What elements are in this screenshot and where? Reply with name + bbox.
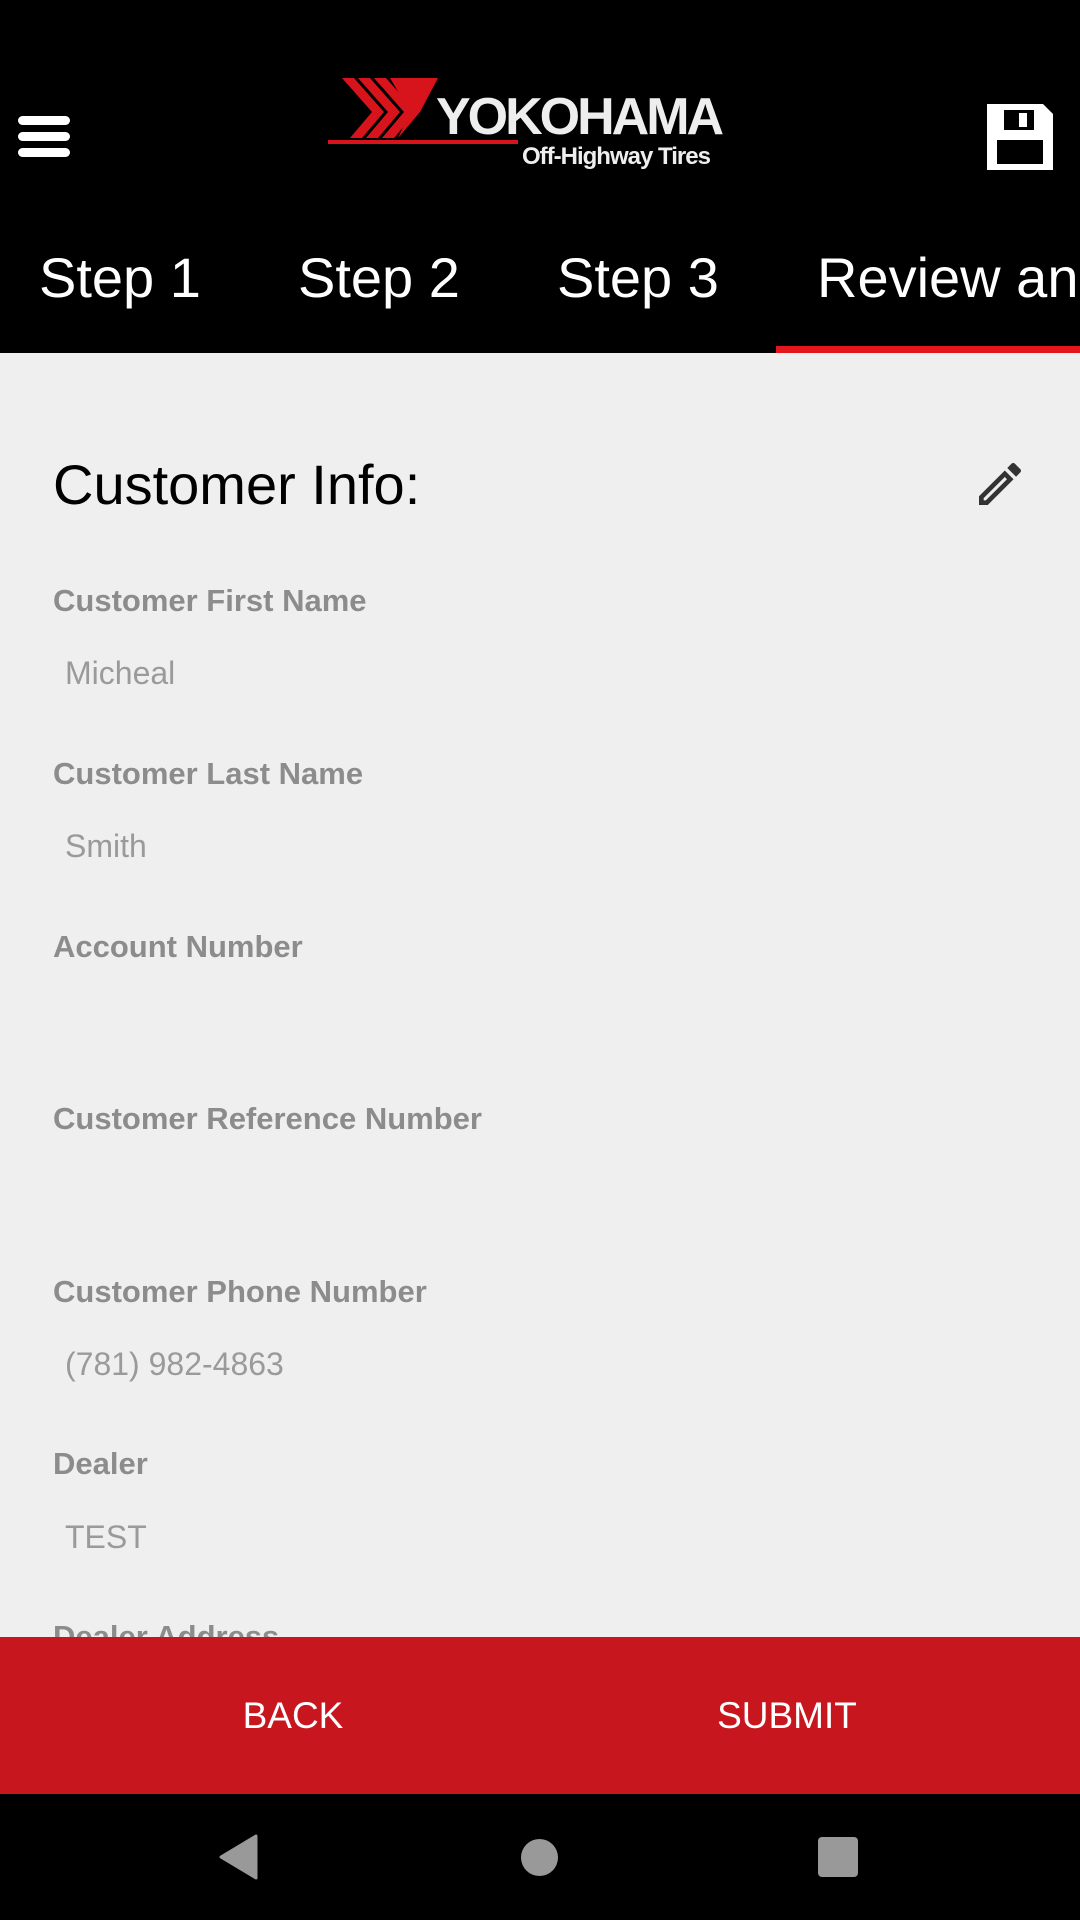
submit-button[interactable]: SUBMIT bbox=[517, 1637, 1057, 1794]
field-value-first-name: Micheal bbox=[65, 655, 176, 691]
active-tab-indicator bbox=[776, 346, 1080, 353]
android-nav-bar bbox=[0, 1794, 1080, 1920]
field-label-first-name: Customer First Name bbox=[53, 583, 367, 618]
field-value-phone: (781) 982-4863 bbox=[65, 1346, 284, 1382]
back-button[interactable]: BACK bbox=[23, 1637, 563, 1794]
field-label-last-name: Customer Last Name bbox=[53, 756, 364, 791]
nav-back-icon[interactable] bbox=[218, 1834, 260, 1880]
field-label-dealer: Dealer bbox=[53, 1446, 148, 1481]
floppy-disk-save-icon[interactable] bbox=[987, 104, 1053, 170]
tab-step-3[interactable]: Step 3 bbox=[557, 246, 719, 310]
hamburger-menu-icon[interactable] bbox=[18, 116, 70, 158]
pencil-edit-icon[interactable] bbox=[972, 456, 1028, 512]
field-label-phone: Customer Phone Number bbox=[53, 1274, 427, 1309]
nav-home-icon[interactable] bbox=[521, 1839, 558, 1876]
tab-step-2[interactable]: Step 2 bbox=[298, 246, 460, 310]
tab-step-1[interactable]: Step 1 bbox=[39, 246, 201, 310]
yokohama-logo: YOKOHAMA Off-Highway Tires bbox=[328, 78, 748, 174]
field-label-reference-number: Customer Reference Number bbox=[53, 1101, 482, 1136]
field-value-dealer: TEST bbox=[65, 1519, 147, 1555]
action-bar: BACK SUBMIT bbox=[0, 1637, 1080, 1794]
svg-text:Off-Highway Tires: Off-Highway Tires bbox=[522, 143, 711, 170]
svg-text:YOKOHAMA: YOKOHAMA bbox=[436, 88, 724, 146]
field-value-last-name: Smith bbox=[65, 828, 147, 864]
field-label-account-number: Account Number bbox=[53, 929, 303, 964]
section-title: Customer Info: bbox=[53, 453, 421, 516]
app-header: YOKOHAMA Off-Highway Tires Step 1 Step 2… bbox=[0, 0, 1080, 353]
tab-review[interactable]: Review and bbox=[817, 246, 1080, 310]
nav-recents-icon[interactable] bbox=[818, 1837, 858, 1877]
